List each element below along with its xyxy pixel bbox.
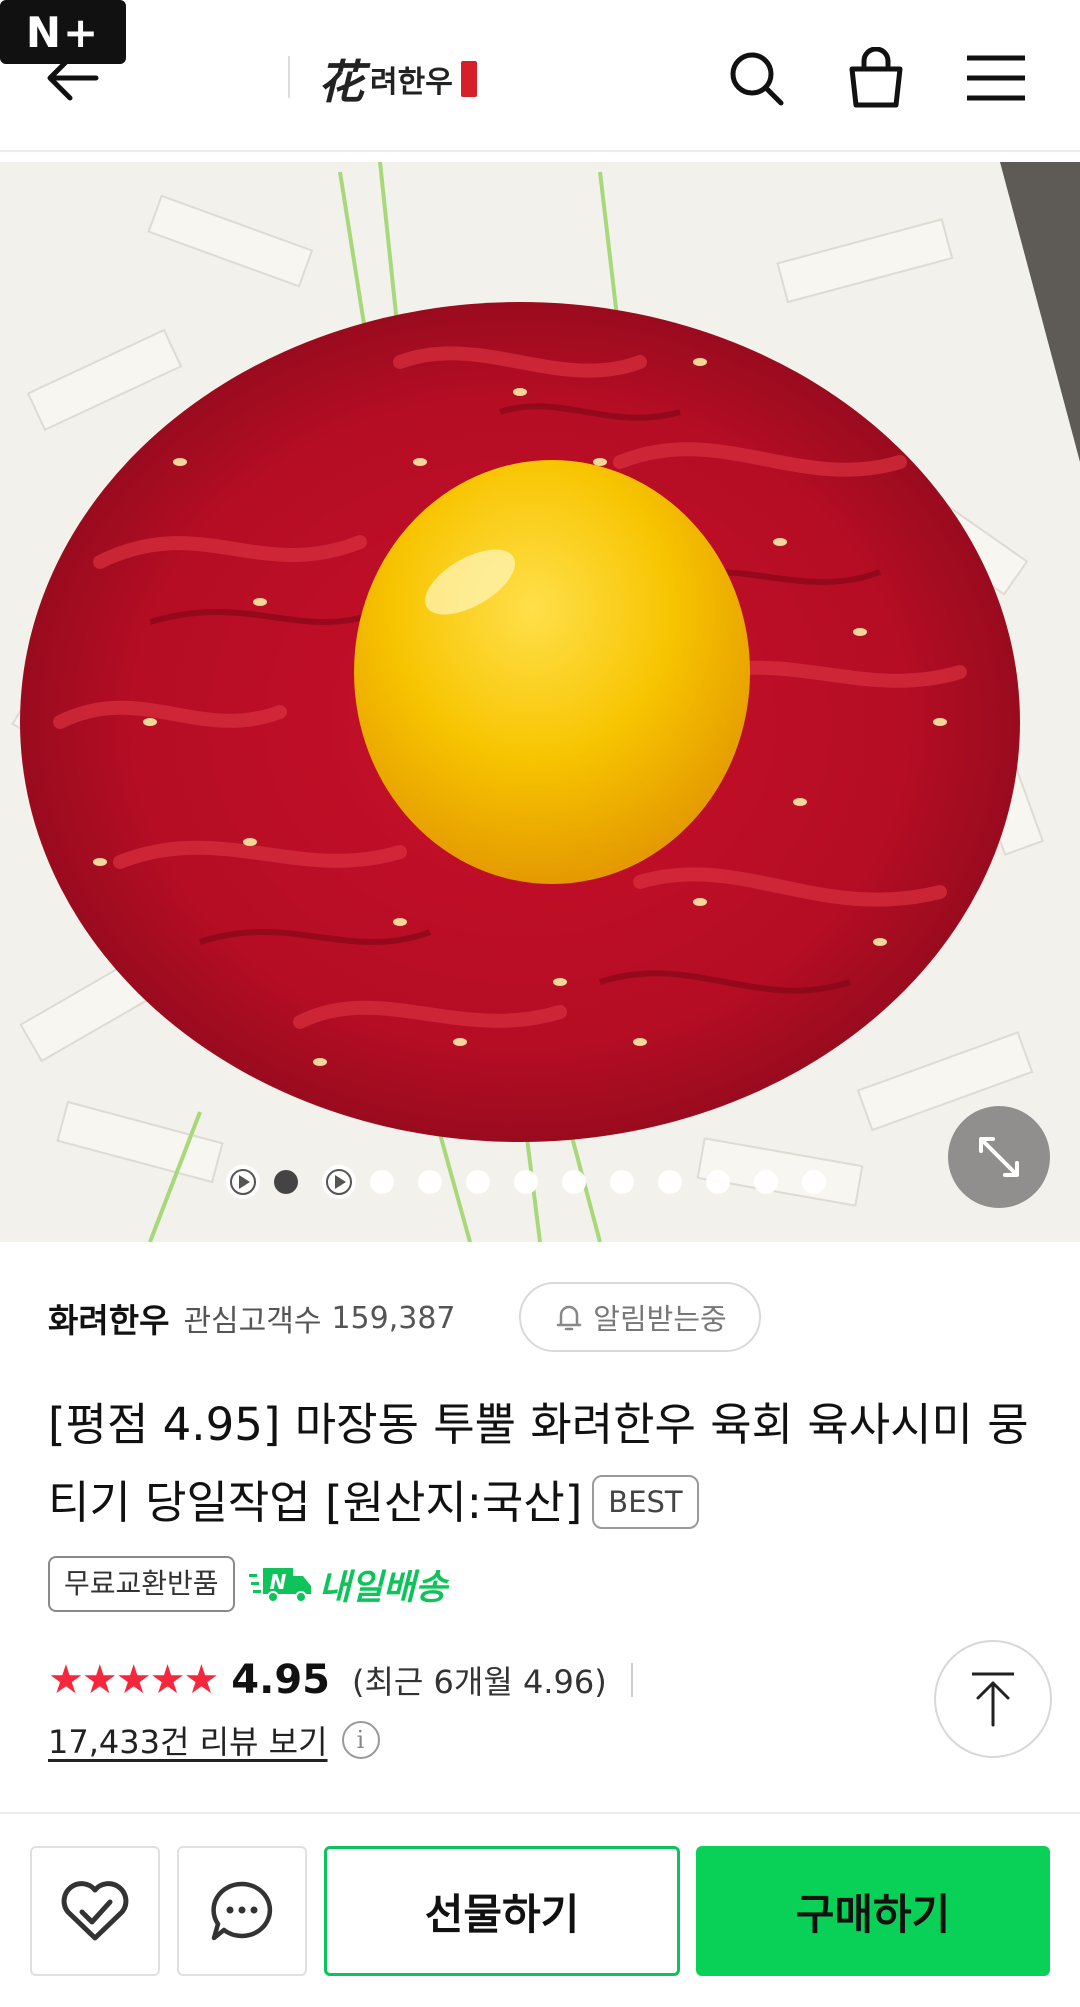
free-exchange-badge: 무료교환반품 xyxy=(48,1556,235,1612)
gift-button[interactable]: 선물하기 xyxy=(324,1846,680,1976)
store-name[interactable]: 화려한우 xyxy=(48,1294,169,1342)
top-header: N+ 花 려한우 xyxy=(0,0,1080,152)
notify-button[interactable]: 알림받는중 xyxy=(519,1282,761,1352)
bell-icon xyxy=(557,1305,582,1331)
gallery-dot-active[interactable] xyxy=(274,1170,298,1194)
arrow-left-icon xyxy=(47,55,99,101)
review-link[interactable]: 17,433건 리뷰 보기 xyxy=(48,1717,328,1763)
gallery-dot[interactable] xyxy=(418,1170,442,1194)
cart-button[interactable] xyxy=(838,40,914,116)
recent-rating: (최근 6개월 4.96) xyxy=(352,1663,607,1701)
shopping-bag-icon xyxy=(849,47,903,108)
gallery-dot[interactable] xyxy=(658,1170,682,1194)
review-row: 17,433건 리뷰 보기 i xyxy=(48,1712,380,1768)
play-icon xyxy=(326,1169,352,1195)
brand-logo-hanja: 花 xyxy=(318,55,364,109)
best-badge: BEST xyxy=(592,1475,699,1529)
scroll-to-top-button[interactable] xyxy=(934,1640,1052,1758)
gallery-dot-video[interactable] xyxy=(322,1165,356,1199)
product-title-text: [평점 4.95] 마장동 투뿔 화려한우 육회 육사시미 뭉티기 당일작업 [… xyxy=(48,1398,1029,1529)
gallery-dot[interactable] xyxy=(466,1170,490,1194)
hamburger-menu-icon xyxy=(967,55,1025,101)
buy-button-label: 구매하기 xyxy=(795,1889,951,1939)
delivery-label: 내일배송 xyxy=(318,1567,448,1608)
talk-talk-button[interactable] xyxy=(177,1846,307,1976)
brand-seal-icon xyxy=(460,61,477,97)
n-delivery-truck-icon: N xyxy=(248,1568,311,1603)
gallery-dot[interactable] xyxy=(706,1170,730,1194)
gallery-dot-video[interactable] xyxy=(226,1165,260,1199)
followers-count: 159,387 xyxy=(331,1300,456,1336)
gift-button-label: 선물하기 xyxy=(424,1889,580,1939)
expand-icon xyxy=(979,1137,1019,1177)
svg-text:N: N xyxy=(269,1570,286,1594)
product-badges: 무료교환반품 N 내일배송 xyxy=(48,1556,447,1612)
back-button[interactable] xyxy=(36,42,108,114)
store-info-row: 화려한우 관심고객수 159,387 xyxy=(48,1283,456,1353)
product-title: [평점 4.95] 마장동 투뿔 화려한우 육회 육사시미 뭉티기 당일작업 [… xyxy=(48,1386,1038,1542)
brand-logo[interactable]: 花 려한우 xyxy=(318,44,477,114)
product-photo-yukhoe xyxy=(0,162,1080,1242)
notify-label: 알림받는중 xyxy=(593,1302,727,1336)
rating-row: ★★★★★ 4.95 (최근 6개월 4.96) xyxy=(48,1648,633,1712)
gallery-dot[interactable] xyxy=(514,1170,538,1194)
product-image-gallery[interactable] xyxy=(0,162,1080,1242)
arrow-up-icon xyxy=(972,1672,1014,1727)
gallery-dot[interactable] xyxy=(562,1170,586,1194)
rating-divider xyxy=(630,1663,633,1697)
gallery-dot[interactable] xyxy=(610,1170,634,1194)
expand-image-button[interactable] xyxy=(948,1106,1050,1208)
play-icon xyxy=(230,1169,256,1195)
brand-logo-text: 려한우 xyxy=(370,65,453,100)
search-icon xyxy=(730,52,784,106)
rating-score: 4.95 xyxy=(231,1657,330,1703)
gallery-pagination xyxy=(0,1162,1080,1202)
buy-button[interactable]: 구매하기 xyxy=(696,1846,1050,1976)
menu-button[interactable] xyxy=(958,40,1034,116)
header-divider xyxy=(288,56,290,98)
heart-check-icon xyxy=(61,1881,129,1941)
gallery-dot[interactable] xyxy=(754,1170,778,1194)
chat-bubble-icon xyxy=(211,1881,273,1941)
search-button[interactable] xyxy=(718,40,794,116)
gallery-dot[interactable] xyxy=(370,1170,394,1194)
gallery-dot[interactable] xyxy=(802,1170,826,1194)
like-button[interactable] xyxy=(30,1846,160,1976)
info-icon[interactable]: i xyxy=(341,1721,380,1759)
rating-stars: ★★★★★ xyxy=(48,1657,219,1703)
bottom-action-bar: 선물하기 구매하기 xyxy=(0,1812,1080,2007)
delivery-badge: N 내일배송 xyxy=(248,1559,448,1610)
followers-label: 관심고객수 xyxy=(183,1304,322,1339)
